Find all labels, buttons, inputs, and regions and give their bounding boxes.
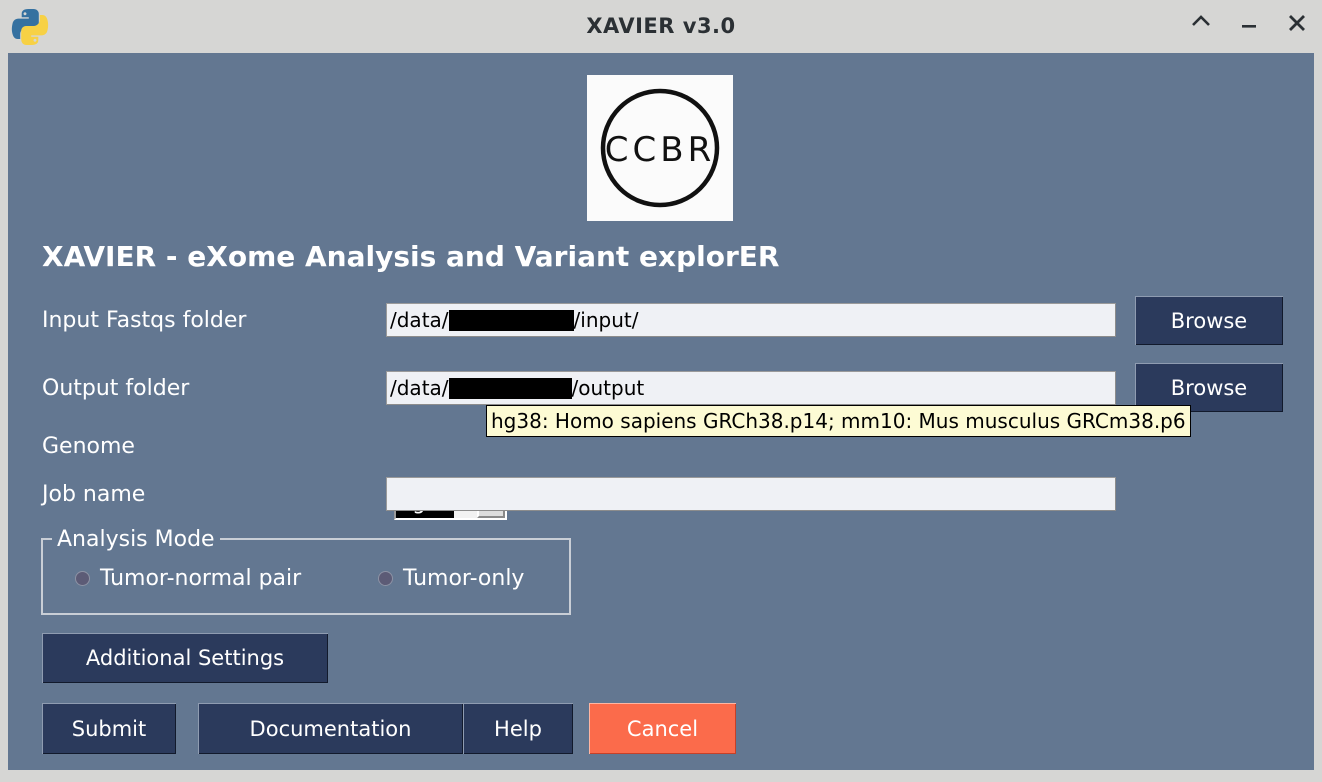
analysis-mode-legend: Analysis Mode: [52, 527, 220, 552]
input-fastqs-field[interactable]: /data/ /input/: [386, 303, 1116, 337]
radio-dot-icon: [75, 571, 90, 586]
application-window: XAVIER v3.0 CCBR XAVIER - eXome Analysis…: [0, 0, 1322, 782]
browse-input-fastqs-button[interactable]: Browse: [1135, 296, 1283, 345]
window-border-left: [0, 53, 8, 770]
cancel-button[interactable]: Cancel: [589, 703, 736, 754]
output-folder-value-suffix: /output: [571, 376, 645, 400]
genome-tooltip: hg38: Homo sapiens GRCh38.p14; mm10: Mus…: [486, 405, 1191, 437]
input-fastqs-label: Input Fastqs folder: [42, 308, 247, 333]
input-fastqs-value-suffix: /input/: [573, 308, 639, 332]
radio-tumor-only[interactable]: Tumor-only: [378, 566, 524, 591]
redaction-block: [448, 377, 572, 399]
window-border-right: [1314, 53, 1322, 770]
window-title: XAVIER v3.0: [586, 14, 736, 38]
client-area: CCBR XAVIER - eXome Analysis and Variant…: [8, 53, 1314, 770]
job-name-label: Job name: [42, 482, 146, 507]
output-folder-value-prefix: /data/: [390, 376, 449, 400]
documentation-button[interactable]: Documentation: [198, 703, 463, 754]
shade-button[interactable]: [1190, 12, 1212, 42]
radio-tumor-normal-pair[interactable]: Tumor-normal pair: [75, 566, 301, 591]
page-title: XAVIER - eXome Analysis and Variant expl…: [42, 240, 780, 273]
radio-tumor-normal-pair-label: Tumor-normal pair: [100, 566, 302, 591]
radio-dot-icon: [378, 571, 393, 586]
output-folder-label: Output folder: [42, 376, 190, 401]
close-button[interactable]: [1286, 12, 1308, 42]
input-fastqs-value-prefix: /data/: [390, 308, 449, 332]
redaction-block: [448, 309, 574, 331]
radio-tumor-only-label: Tumor-only: [403, 566, 525, 591]
submit-button[interactable]: Submit: [42, 703, 176, 754]
svg-text:CCBR: CCBR: [605, 130, 715, 170]
job-name-field[interactable]: [386, 477, 1116, 511]
additional-settings-button[interactable]: Additional Settings: [42, 633, 328, 683]
genome-label: Genome: [42, 434, 135, 459]
window-controls: [1190, 0, 1308, 53]
title-bar[interactable]: XAVIER v3.0: [0, 0, 1322, 53]
output-folder-field[interactable]: /data/ /output: [386, 371, 1116, 405]
help-button[interactable]: Help: [463, 703, 573, 754]
minimize-button[interactable]: [1238, 12, 1260, 42]
window-border-bottom: [0, 770, 1322, 782]
ccbr-circle-logo: CCBR: [587, 75, 733, 221]
